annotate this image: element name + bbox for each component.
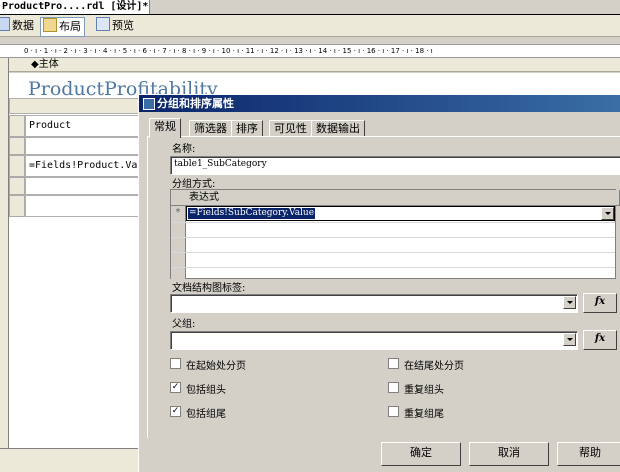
group-expression-grid[interactable]: 表达式 * =Fields!SubCategory.Value	[170, 189, 620, 279]
table-row-handle-header[interactable]	[9, 115, 25, 137]
tab-data-label: 数据	[12, 19, 34, 32]
dialog-title: 分组和排序属性	[157, 97, 234, 110]
group-by-label: 分组方式:	[172, 179, 216, 190]
grid-column-header: 表达式	[185, 190, 620, 206]
grouping-sorting-dialog: 分组和排序属性 常规 筛选器 排序 可见性 数据输出 名称: table1_Su…	[138, 94, 620, 472]
tab-data-output[interactable]: 数据输出	[311, 120, 365, 137]
ok-button[interactable]: 确定	[381, 442, 461, 466]
page-break-end-label[interactable]: 在结尾处分页	[404, 357, 464, 372]
repeat-group-footer-label[interactable]: 重复组尾	[404, 405, 444, 420]
table-row-handle-footer[interactable]	[9, 195, 25, 217]
repeat-group-footer-checkbox[interactable]	[388, 406, 399, 417]
doc-map-combo[interactable]	[170, 294, 578, 313]
tab-visibility-label: 可见性	[274, 122, 307, 135]
expression-text[interactable]: =Fields!SubCategory.Value	[188, 208, 316, 219]
include-group-footer-checkbox[interactable]: ✓	[170, 406, 181, 417]
parent-group-expression-button[interactable]: fx	[583, 330, 617, 350]
body-section-header: ◆主体	[9, 58, 620, 72]
tab-preview-label: 预览	[112, 19, 134, 32]
dialog-title-bar[interactable]: 分组和排序属性	[139, 95, 620, 112]
table-row-handle-group-footer[interactable]	[9, 177, 25, 195]
include-group-header-checkbox[interactable]: ✓	[170, 382, 181, 393]
tab-sorting-label: 排序	[236, 122, 258, 135]
grid-row-line	[171, 252, 615, 253]
table-cell[interactable]	[25, 177, 145, 195]
vertical-ruler	[0, 58, 9, 448]
tab-filters-label: 筛选器	[194, 122, 227, 135]
table-row-handle-group-header[interactable]	[9, 137, 25, 155]
layout-icon	[43, 18, 57, 32]
page-break-start-checkbox[interactable]	[170, 358, 181, 369]
table-cell[interactable]	[25, 137, 145, 155]
parent-group-label: 父组:	[172, 319, 196, 330]
tab-general[interactable]: 常规	[149, 118, 181, 138]
expression-cell[interactable]: =Fields!SubCategory.Value	[186, 206, 615, 221]
grid-row-line	[171, 267, 615, 268]
name-label: 名称:	[172, 144, 196, 155]
table-row-handle-detail[interactable]	[9, 155, 25, 177]
name-field[interactable]: table1_SubCategory	[170, 156, 620, 175]
include-group-header-label[interactable]: 包括组头	[186, 381, 226, 396]
doc-map-dropdown-button[interactable]	[563, 296, 576, 309]
new-row-marker: *	[175, 207, 181, 218]
bottom-toolbar	[0, 448, 140, 472]
tab-preview[interactable]: 预览	[94, 17, 137, 35]
page-break-start-label[interactable]: 在起始处分页	[186, 357, 246, 372]
cancel-button[interactable]: 取消	[469, 442, 549, 466]
preview-icon	[96, 17, 110, 31]
page-break-end-checkbox[interactable]	[388, 358, 399, 369]
parent-group-combo[interactable]	[170, 331, 578, 350]
include-group-footer-label[interactable]: 包括组尾	[186, 405, 226, 420]
doc-map-label: 文档结构图标签:	[172, 283, 246, 294]
tab-data-output-label: 数据输出	[316, 122, 360, 135]
grid-corner	[171, 190, 186, 206]
tab-layout-label: 布局	[59, 20, 81, 33]
grid-row-line	[171, 237, 615, 238]
tab-general-label: 常规	[154, 120, 176, 133]
tab-layout[interactable]: 布局	[40, 17, 85, 37]
table-cell[interactable]: =Fields!Product.Val	[25, 155, 145, 177]
doc-map-expression-button[interactable]: fx	[583, 293, 617, 313]
document-tab[interactable]: ProductPro....rdl [设计]*	[0, 0, 150, 14]
data-icon	[0, 17, 10, 31]
tab-filters[interactable]: 筛选器	[189, 120, 232, 137]
tab-sorting[interactable]: 排序	[231, 120, 263, 137]
table-cell[interactable]: Product	[25, 115, 145, 137]
table-column-header[interactable]	[9, 98, 149, 114]
dialog-icon	[143, 98, 155, 110]
grid-row-line	[171, 222, 615, 223]
tab-visibility[interactable]: 可见性	[269, 120, 312, 137]
repeat-group-header-checkbox[interactable]	[388, 382, 399, 393]
table-cell[interactable]	[25, 195, 145, 217]
parent-group-dropdown-button[interactable]	[563, 333, 576, 346]
horizontal-ruler: 0 · ı · 1 · ı · 2 · ı · 3 · ı · 4 · ı · …	[0, 44, 620, 58]
expression-dropdown-button[interactable]	[601, 207, 614, 220]
tab-data[interactable]: 数据	[0, 17, 37, 35]
view-tab-bar: 数据 布局 预览	[0, 15, 620, 37]
help-button[interactable]: 帮助	[557, 442, 620, 466]
ruler-ticks: 0 · ı · 1 · ı · 2 · ı · 3 · ı · 4 · ı · …	[24, 47, 433, 55]
repeat-group-header-label[interactable]: 重复组头	[404, 381, 444, 396]
